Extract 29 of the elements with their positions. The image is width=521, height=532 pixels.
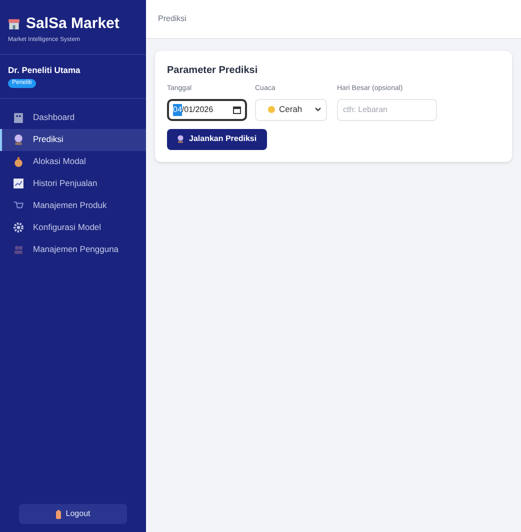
cart-icon <box>13 200 24 212</box>
weather-select[interactable]: Cerah <box>255 98 327 120</box>
battery-icon <box>56 510 61 518</box>
page-title: Prediksi <box>158 13 186 25</box>
chevron-down-icon <box>315 107 321 112</box>
holiday-field[interactable]: cth: Lebaran <box>337 98 437 120</box>
sidebar-item[interactable]: Prediksi <box>0 128 146 151</box>
user-name: Dr. Peneliti Utama <box>8 64 82 77</box>
gear-icon <box>13 222 24 234</box>
chart-icon <box>13 178 24 190</box>
money-bag-icon <box>13 156 24 168</box>
building-icon <box>13 112 24 124</box>
sidebar-item[interactable]: Manajemen Pengguna <box>0 238 146 261</box>
people-icon <box>13 244 24 256</box>
logout-button[interactable]: Logout <box>19 504 127 524</box>
sidebar-item[interactable]: Alokasi Modal <box>0 150 146 173</box>
date-field[interactable]: 04/01/2026 <box>167 98 247 120</box>
sidebar-item[interactable]: Manajemen Produk <box>0 194 146 217</box>
run-prediction-button[interactable]: Jalankan Prediksi <box>167 128 267 150</box>
card-title: Parameter Prediksi <box>167 64 259 78</box>
calendar-icon <box>233 106 241 114</box>
store-icon <box>8 18 20 30</box>
brand-title: SalSa Market <box>26 16 120 31</box>
sidebar-item[interactable]: Dashboard <box>0 106 146 129</box>
sidebar-item[interactable]: Histori Penjualan <box>0 172 146 195</box>
sidebar-item[interactable]: Konfigurasi Model <box>0 216 146 239</box>
crystal-ball-icon <box>177 135 184 143</box>
crystal-ball-icon <box>13 134 24 146</box>
sun-icon <box>268 106 275 113</box>
